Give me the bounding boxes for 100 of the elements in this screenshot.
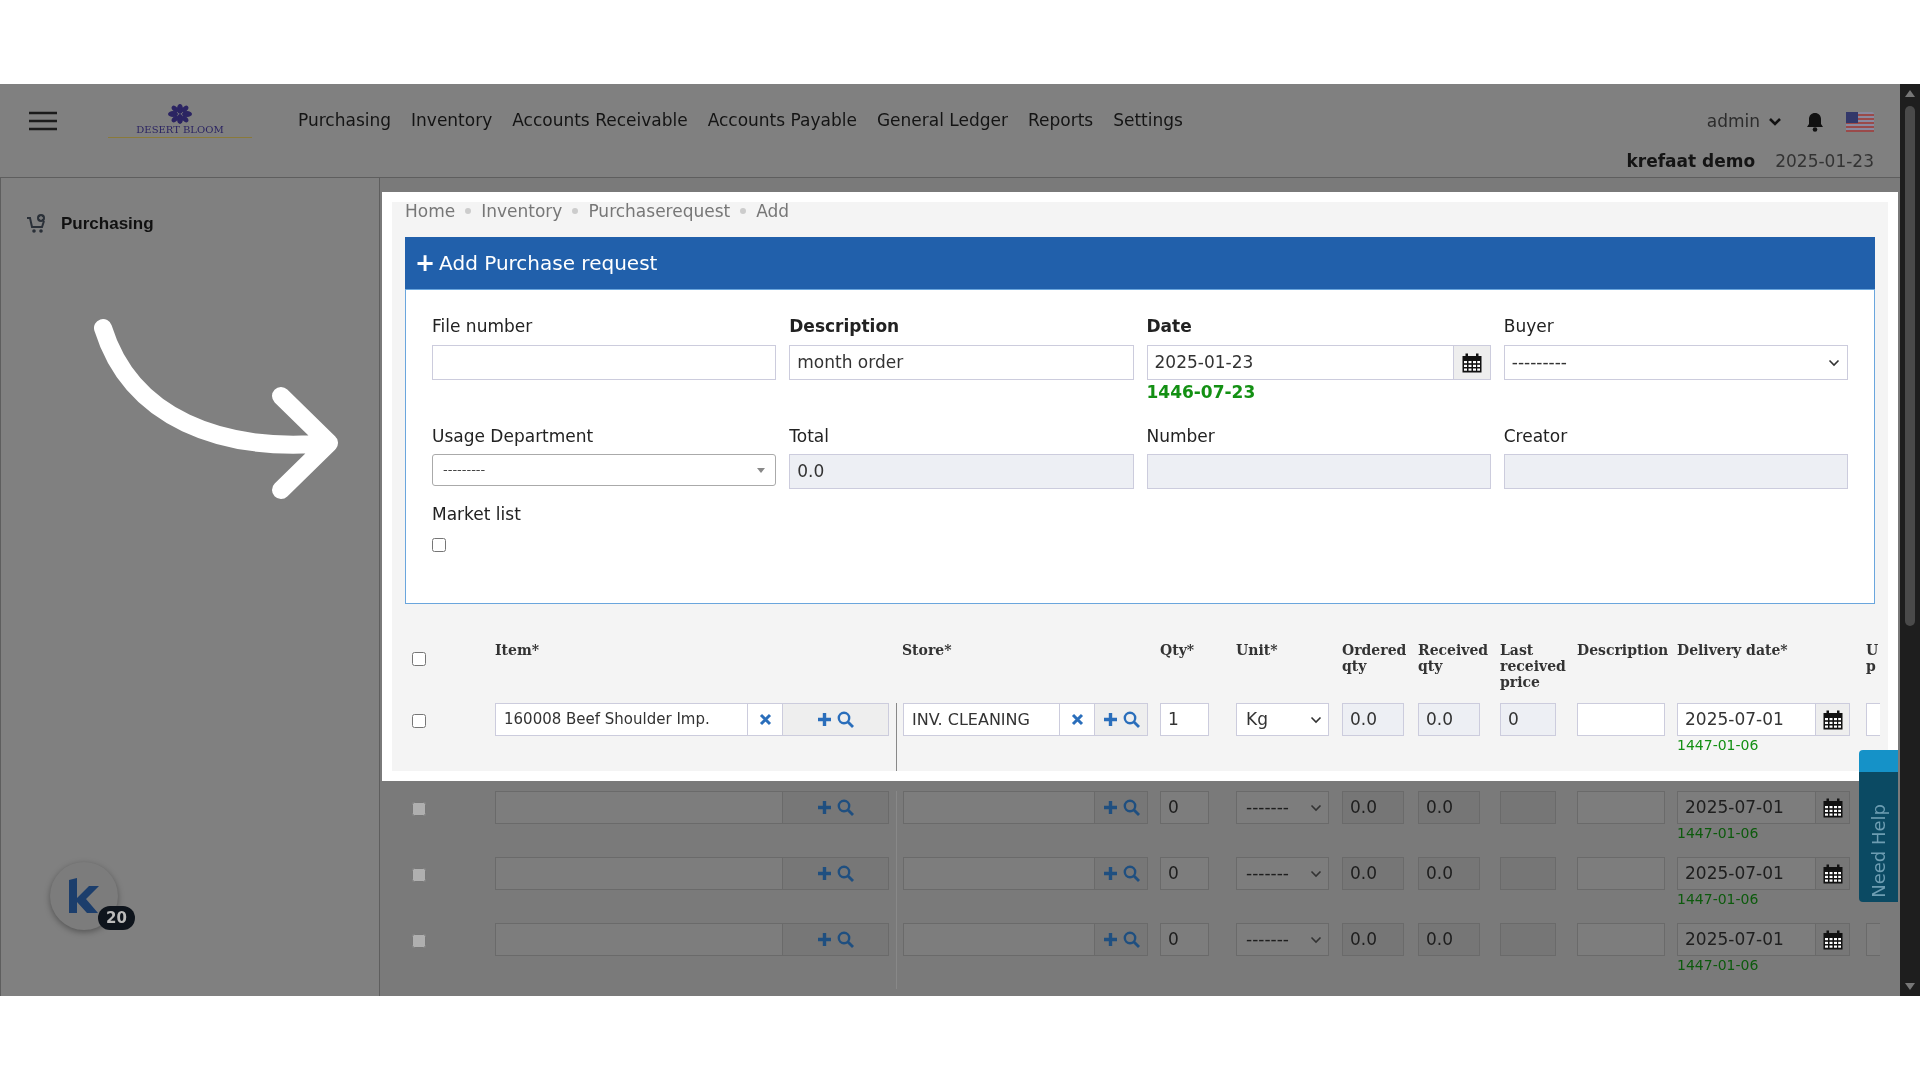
plus-icon[interactable] (1102, 932, 1118, 947)
calendar-button[interactable] (1816, 791, 1850, 824)
search-icon[interactable] (837, 931, 854, 948)
column-header: Store* (902, 642, 953, 658)
hijri-date: 1446-07-23 (1146, 382, 1256, 402)
unit-select[interactable]: ------- (1236, 857, 1329, 890)
chevron-down-icon (1310, 715, 1322, 724)
hijri-date: 1447-01-06 (1677, 824, 1759, 842)
close-icon (1070, 713, 1084, 726)
unit-select[interactable]: ------- (1236, 923, 1329, 956)
calendar-button[interactable] (1816, 857, 1850, 890)
select-field[interactable]: --------- (432, 454, 777, 486)
calendar-icon (1822, 709, 1843, 730)
quantity-field[interactable]: 1 (1160, 703, 1209, 736)
plus-icon[interactable] (817, 866, 832, 881)
logo-text: DESERT BLOOM (136, 124, 224, 135)
field-label: File number (432, 316, 533, 336)
item-field[interactable]: 160008 Beef Shoulder Imp. (495, 703, 748, 736)
nav-link[interactable]: Inventory (411, 108, 493, 134)
plus-icon[interactable] (1102, 712, 1118, 727)
nav-link[interactable]: Accounts Receivable (512, 108, 688, 134)
search-icon[interactable] (1122, 711, 1140, 728)
ordered-qty-field: 0.0 (1342, 791, 1404, 824)
breadcrumb-link[interactable]: Home (405, 202, 456, 220)
column-header: Unit* (1236, 642, 1279, 658)
plus-icon[interactable] (1102, 800, 1118, 815)
quantity-field[interactable]: 0 (1160, 791, 1209, 824)
column-header: Received qty (1418, 642, 1490, 674)
chevron-down-icon (1768, 116, 1782, 127)
delivery-date-field[interactable]: 2025-07-01 (1677, 703, 1816, 736)
received-qty-field: 0.0 (1418, 703, 1480, 736)
user-menu[interactable]: admin (1706, 109, 1782, 135)
column-header: Qty* (1160, 642, 1196, 658)
received-qty-field: 0.0 (1418, 923, 1480, 956)
plus-icon[interactable] (817, 800, 832, 815)
close-icon (758, 713, 772, 726)
clear-button[interactable] (748, 703, 783, 736)
ordered-qty-field: 0.0 (1342, 923, 1404, 956)
clear-button[interactable] (1060, 703, 1095, 736)
dropdown-triangle-icon (757, 467, 766, 473)
unit-select[interactable]: Kg (1236, 703, 1329, 736)
field-label: Buyer (1503, 316, 1554, 336)
breadcrumb-link[interactable]: Inventory (481, 202, 563, 220)
delivery-date-field[interactable]: 2025-07-01 (1677, 791, 1816, 824)
hijri-date: 1447-01-06 (1677, 890, 1759, 908)
calendar-icon (1822, 797, 1843, 818)
calendar-icon (1822, 863, 1843, 884)
nav-link[interactable]: Accounts Payable (707, 108, 857, 134)
quantity-field[interactable]: 0 (1160, 923, 1209, 956)
unit-select[interactable]: ------- (1236, 791, 1329, 824)
checkbox[interactable] (412, 652, 426, 666)
flower-icon (167, 104, 193, 124)
chevron-down-icon (1310, 935, 1322, 944)
store-field[interactable]: INV. CLEANING (903, 703, 1060, 736)
plus-icon[interactable] (817, 712, 832, 727)
column-header: Delivery date* (1677, 642, 1789, 658)
sidebar-item[interactable]: Purchasing (26, 211, 154, 237)
calendar-button[interactable] (1816, 923, 1850, 956)
field-label: Market list (432, 504, 521, 524)
scroll-up-icon[interactable] (1904, 88, 1916, 98)
date-field[interactable]: 2025-01-23 (1146, 345, 1454, 380)
delivery-date-field[interactable]: 2025-07-01 (1677, 923, 1816, 956)
search-icon[interactable] (1122, 865, 1140, 882)
search-icon[interactable] (1122, 799, 1140, 816)
checkbox[interactable] (432, 538, 446, 552)
field-label: Usage Department (432, 426, 594, 446)
calendar-icon (1822, 929, 1843, 950)
nav-link[interactable]: Settings (1113, 108, 1183, 134)
search-icon[interactable] (1122, 931, 1140, 948)
search-icon[interactable] (837, 799, 854, 816)
breadcrumb-link[interactable]: Purchaserequest (588, 202, 731, 220)
column-header: Description (1577, 642, 1670, 658)
field-label: Creator (1503, 426, 1568, 446)
menu-button[interactable] (29, 111, 57, 131)
current-date: 2025-01-23 (1775, 149, 1874, 173)
flag-icon[interactable] (1846, 111, 1874, 132)
plus-icon[interactable] (817, 932, 832, 947)
card-title: Add Purchase request (439, 250, 658, 277)
cart-icon (26, 212, 48, 235)
company-name: krefaat demo (1626, 149, 1756, 173)
nav-link[interactable]: Purchasing (298, 108, 392, 134)
scrollbar[interactable] (1900, 84, 1920, 996)
plus-icon[interactable] (1102, 866, 1118, 881)
scroll-down-icon[interactable] (1904, 982, 1916, 992)
field-label: Date (1146, 316, 1192, 336)
last-price-field: 0 (1500, 703, 1556, 736)
search-icon[interactable] (837, 711, 854, 728)
nav-link[interactable]: General Ledger (876, 108, 1008, 134)
search-icon[interactable] (837, 865, 854, 882)
column-header: Item* (495, 642, 541, 658)
text-field[interactable]: month order (789, 345, 1134, 380)
notification-bell-icon[interactable] (1806, 111, 1824, 132)
delivery-date-field[interactable]: 2025-07-01 (1677, 857, 1816, 890)
checkbox[interactable] (412, 714, 426, 728)
nav-link[interactable]: Reports (1027, 108, 1094, 134)
chevron-down-icon (1310, 803, 1322, 812)
user-name: admin (1706, 110, 1760, 133)
select-field[interactable]: --------- (1503, 345, 1848, 380)
quantity-field[interactable]: 0 (1160, 857, 1209, 890)
column-header: Ordered qty (1342, 642, 1408, 674)
